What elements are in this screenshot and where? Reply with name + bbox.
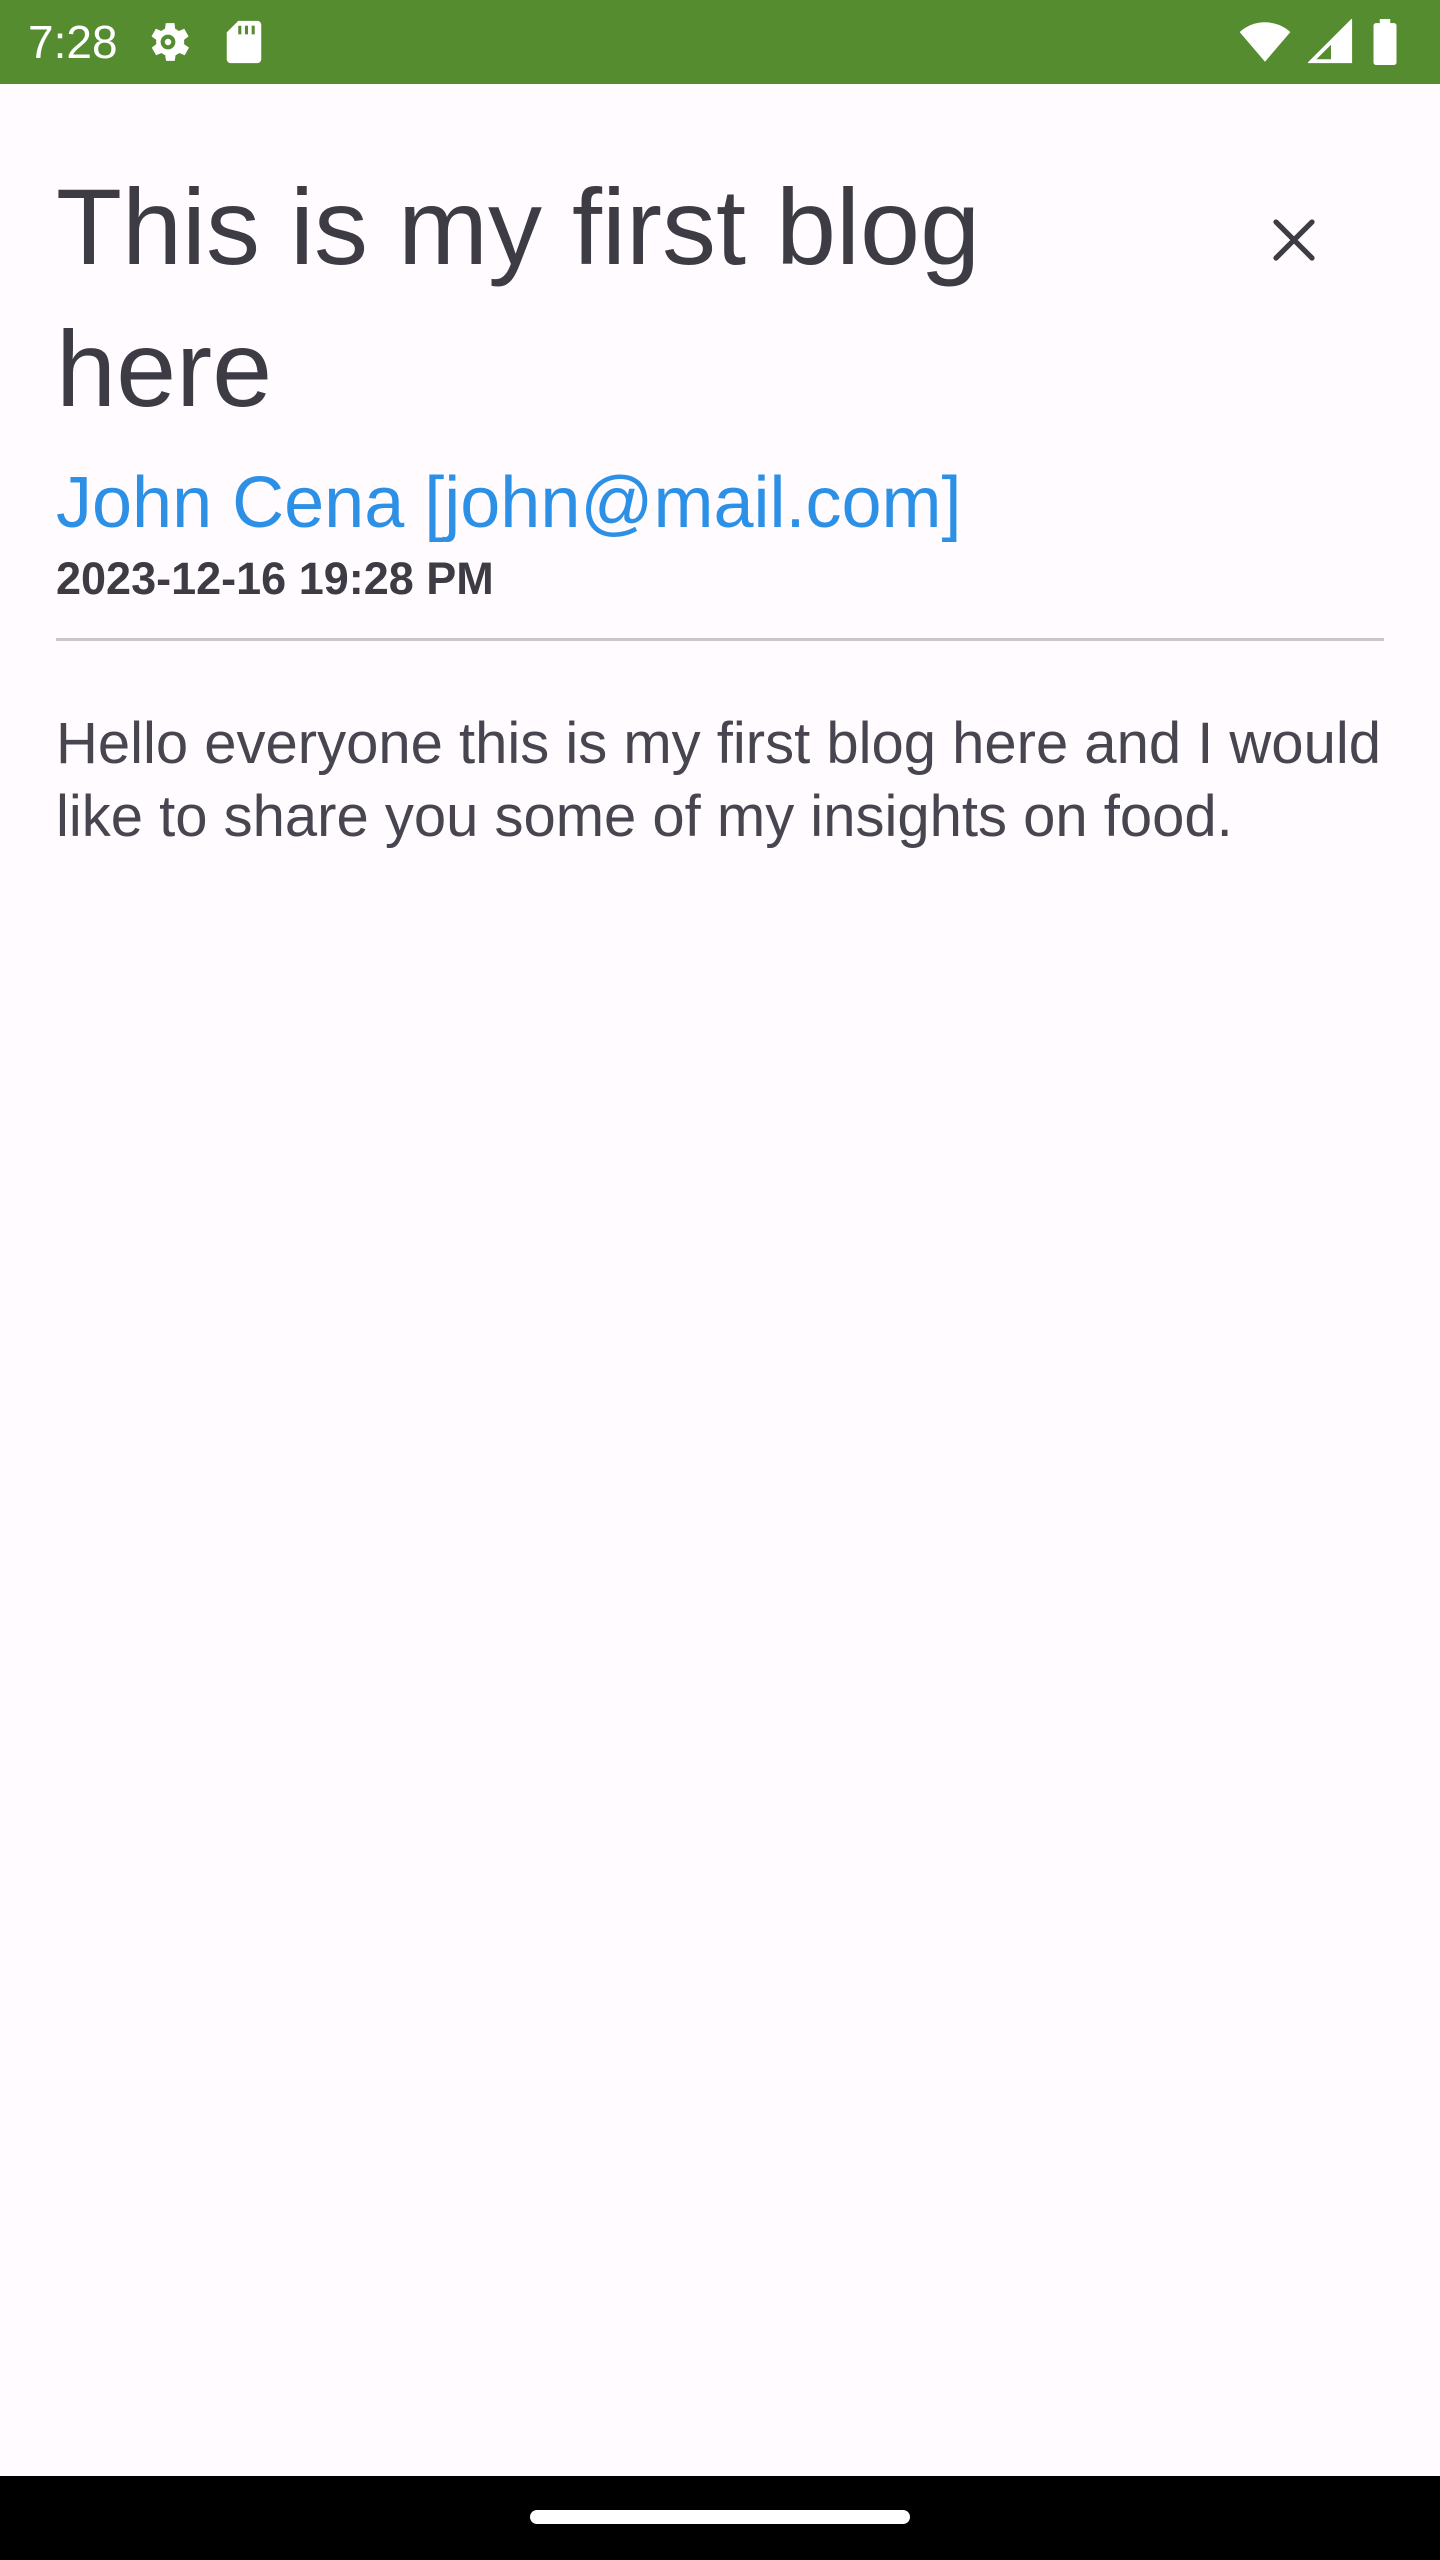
sd-card-icon [224,19,264,65]
status-left-icons [142,16,264,68]
home-gesture-handle[interactable] [530,2510,910,2524]
close-button[interactable] [1234,180,1354,300]
close-icon[interactable] [1270,216,1318,264]
settings-gear-icon [142,16,194,68]
post-title: This is my first blog here [56,166,981,429]
post-date: 2023-12-16 19:28 PM [56,553,494,604]
status-time: 7:28 [28,16,118,68]
battery-icon [1370,19,1400,65]
divider [56,638,1384,641]
status-right-icons [1238,16,1400,68]
post-detail: This is my first blog here John Cena [jo… [56,84,1384,853]
cell-signal-icon [1308,19,1354,65]
status-bar: 7:28 [0,0,1440,84]
wifi-icon [1238,20,1292,64]
post-body: Hello everyone this is my first blog her… [56,711,1381,849]
post-author[interactable]: John Cena [john@mail.com] [56,458,1384,548]
navigation-bar [0,2476,1440,2560]
post-header: This is my first blog here [56,84,1384,440]
